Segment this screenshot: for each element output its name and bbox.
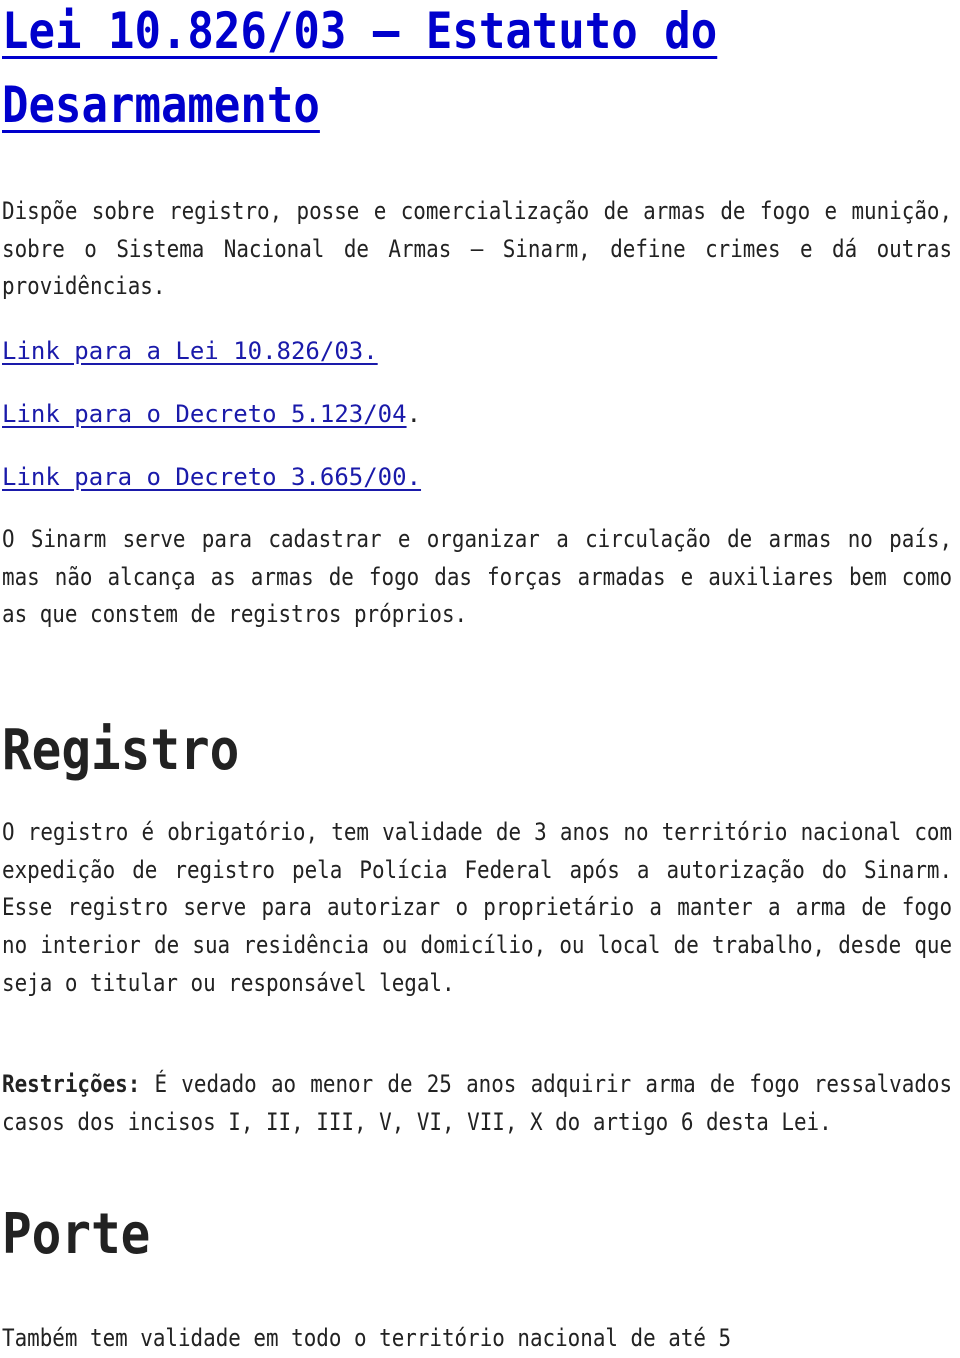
porte-paragraph: Também tem validade em todo o território… [2, 1324, 732, 1352]
intro-paragraph: Dispõe sobre registro, posse e comercial… [2, 197, 953, 301]
restricoes-label: Restrições: [2, 1070, 141, 1098]
restricoes-text: É vedado ao menor de 25 anos adquirir ar… [2, 1070, 953, 1136]
link-decreto-5123[interactable]: Link para o Decreto 5.123/04 [2, 400, 407, 428]
sinarm-paragraph: O Sinarm serve para cadastrar e organiza… [2, 525, 953, 629]
title-link[interactable]: Lei 10.826/03 – Estatuto do Desarmamento [2, 2, 717, 134]
registro-paragraph: O registro é obrigatório, tem validade d… [2, 818, 953, 997]
restricoes-paragraph: Restrições: É vedado ao menor de 25 anos… [2, 1066, 952, 1141]
link-decreto-3665[interactable]: Link para o Decreto 3.665/00. [2, 463, 421, 491]
link-lei-10826[interactable]: Link para a Lei 10.826/03. [2, 337, 378, 365]
link-decreto-5123-line: Link para o Decreto 5.123/04. [2, 400, 422, 428]
link-lei-line: Link para a Lei 10.826/03. [2, 333, 378, 370]
link-decreto-3665-line: Link para o Decreto 3.665/00. [2, 459, 421, 496]
page-title[interactable]: Lei 10.826/03 – Estatuto do Desarmamento [2, 0, 952, 142]
section-heading-registro: Registro [2, 718, 240, 783]
section-heading-porte: Porte [2, 1202, 151, 1267]
